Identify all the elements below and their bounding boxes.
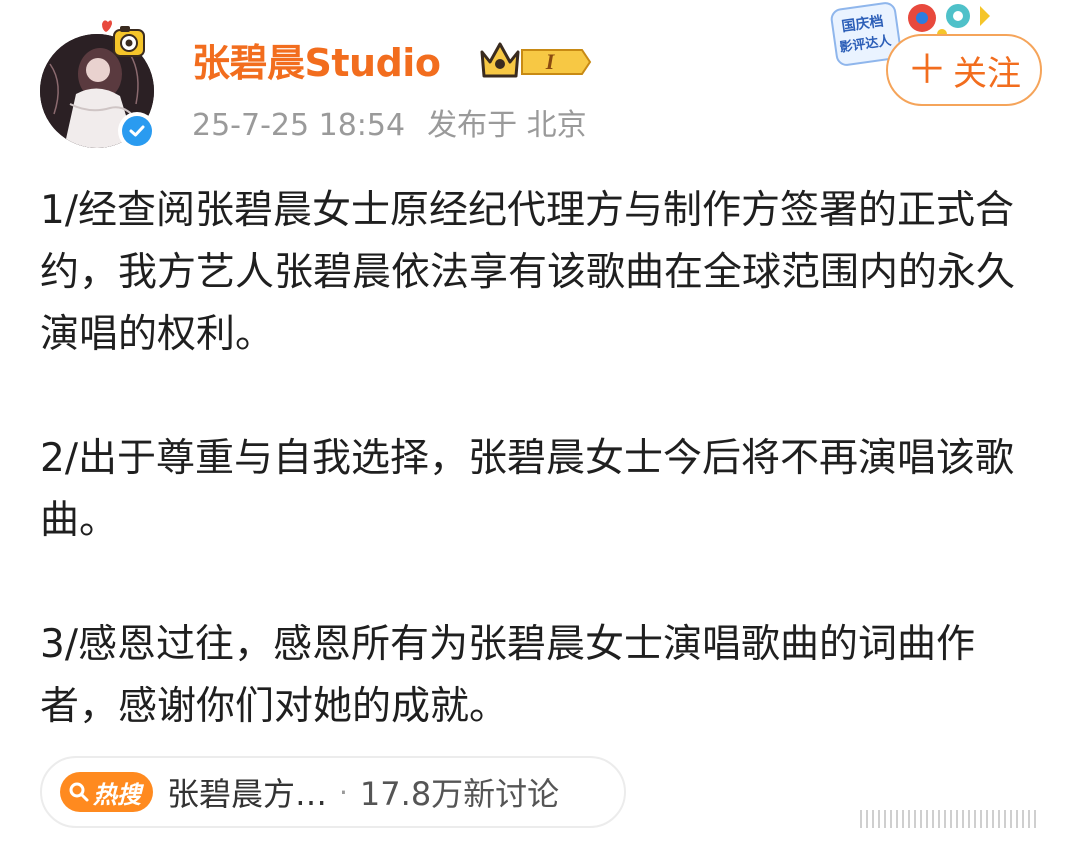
- post-meta: 25-7-25 18:54 发布于 北京: [192, 104, 587, 148]
- hot-search-tag: 热搜: [60, 772, 153, 812]
- post-content: 1/经查阅张碧晨女士原经纪代理方与制作方签署的正式合约，我方艺人张碧晨依法享有该…: [40, 180, 1040, 800]
- hot-search-topic: 张碧晨方…: [167, 775, 328, 813]
- verified-badge-icon: [118, 112, 156, 150]
- follow-button[interactable]: ＋ 关注: [886, 34, 1042, 106]
- follow-button-label: 关注: [953, 53, 1021, 94]
- camera-decoration-icon: [102, 20, 145, 57]
- hot-search-link[interactable]: 热搜 张碧晨方… · 17.8万新讨论: [40, 756, 626, 828]
- post-paragraph-2: 2/出于尊重与自我选择，张碧晨女士今后将不再演唱该歌曲。: [40, 436, 1014, 543]
- crown-rank-badge-icon: I: [480, 42, 592, 78]
- watermark-icon: [860, 810, 1036, 828]
- post-location: 发布于 北京: [427, 108, 587, 143]
- plus-icon: ＋: [907, 47, 947, 93]
- hot-search-count: 17.8万新讨论: [359, 775, 560, 813]
- search-icon: [69, 782, 89, 802]
- post-paragraph-1: 1/经查阅张碧晨女士原经纪代理方与制作方签署的正式合约，我方艺人张碧晨依法享有该…: [40, 188, 1016, 357]
- username[interactable]: 张碧晨Studio: [192, 38, 441, 88]
- separator-dot: ·: [339, 775, 348, 809]
- post-paragraph-3: 3/感恩过往，感恩所有为张碧晨女士演唱歌曲的词曲作者，感谢你们对她的成就。: [40, 622, 975, 729]
- hot-search-tag-label: 热搜: [93, 780, 141, 809]
- rank-badge-label: I: [545, 49, 556, 74]
- timestamp: 25-7-25 18:54: [192, 108, 406, 143]
